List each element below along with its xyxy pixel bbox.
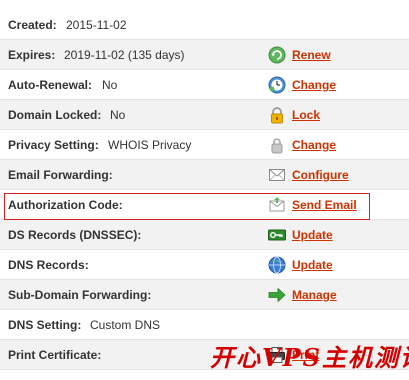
key-icon[interactable] — [268, 226, 286, 244]
renew-link[interactable]: Renew — [292, 40, 331, 70]
privacy-icon[interactable] — [268, 136, 286, 154]
email-forwarding-label: Email Forwarding: — [8, 168, 113, 182]
dns-setting-value: Custom DNS — [90, 318, 161, 332]
clock-icon[interactable] — [268, 76, 286, 94]
row-expires: Expires: 2019-11-02 (135 days) Renew — [0, 40, 409, 70]
globe-icon[interactable] — [268, 256, 286, 274]
auto-renewal-label: Auto-Renewal: — [8, 78, 92, 92]
privacy-setting-label: Privacy Setting: — [8, 138, 99, 152]
row-ds-records: DS Records (DNSSEC): Update — [0, 220, 409, 250]
authorization-code-label: Authorization Code: — [8, 198, 123, 212]
lock-icon[interactable] — [268, 106, 286, 124]
row-auto-renewal: Auto-Renewal: No Change — [0, 70, 409, 100]
watermark: 开心VPS主机测评 — [210, 343, 409, 372]
renew-icon[interactable] — [268, 46, 286, 64]
row-sub-domain-forwarding: Sub-Domain Forwarding: Manage — [0, 280, 409, 310]
row-dns-records: DNS Records: Update — [0, 250, 409, 280]
dns-records-update-link[interactable]: Update — [292, 250, 333, 280]
configure-link[interactable]: Configure — [292, 160, 349, 190]
expires-label: Expires: — [8, 48, 56, 62]
dns-records-label: DNS Records: — [8, 258, 89, 272]
ds-records-label: DS Records (DNSSEC): — [8, 228, 142, 242]
row-created: Created: 2015-11-02 — [0, 10, 409, 40]
ds-records-update-link[interactable]: Update — [292, 220, 333, 250]
row-privacy-setting: Privacy Setting: WHOIS Privacy Change — [0, 130, 409, 160]
domain-locked-value: No — [110, 108, 126, 122]
privacy-change-link[interactable]: Change — [292, 130, 336, 160]
dns-setting-label: DNS Setting: — [8, 318, 82, 332]
envelope-icon[interactable] — [268, 166, 286, 184]
auto-renewal-value: No — [102, 78, 118, 92]
privacy-setting-value: WHOIS Privacy — [108, 138, 192, 152]
sub-domain-forwarding-label: Sub-Domain Forwarding: — [8, 288, 152, 302]
send-email-link[interactable]: Send Email — [292, 190, 357, 220]
expires-value: 2019-11-02 (135 days) — [64, 48, 185, 62]
created-label: Created: — [8, 18, 57, 32]
arrow-right-icon[interactable] — [268, 286, 286, 304]
domain-locked-label: Domain Locked: — [8, 108, 102, 122]
created-value: 2015-11-02 — [66, 18, 127, 32]
row-domain-locked: Domain Locked: No Lock — [0, 100, 409, 130]
domain-details-panel: Created: 2015-11-02 Expires: 2019-11-02 … — [0, 0, 409, 380]
print-certificate-label: Print Certificate: — [8, 348, 102, 362]
manage-link[interactable]: Manage — [292, 280, 337, 310]
row-dns-setting: DNS Setting: Custom DNS — [0, 310, 409, 340]
email-send-icon[interactable] — [268, 196, 286, 214]
lock-link[interactable]: Lock — [292, 100, 320, 130]
row-email-forwarding: Email Forwarding: Configure — [0, 160, 409, 190]
row-authorization-code: Authorization Code: Send Email — [0, 190, 409, 220]
auto-renewal-change-link[interactable]: Change — [292, 70, 336, 100]
